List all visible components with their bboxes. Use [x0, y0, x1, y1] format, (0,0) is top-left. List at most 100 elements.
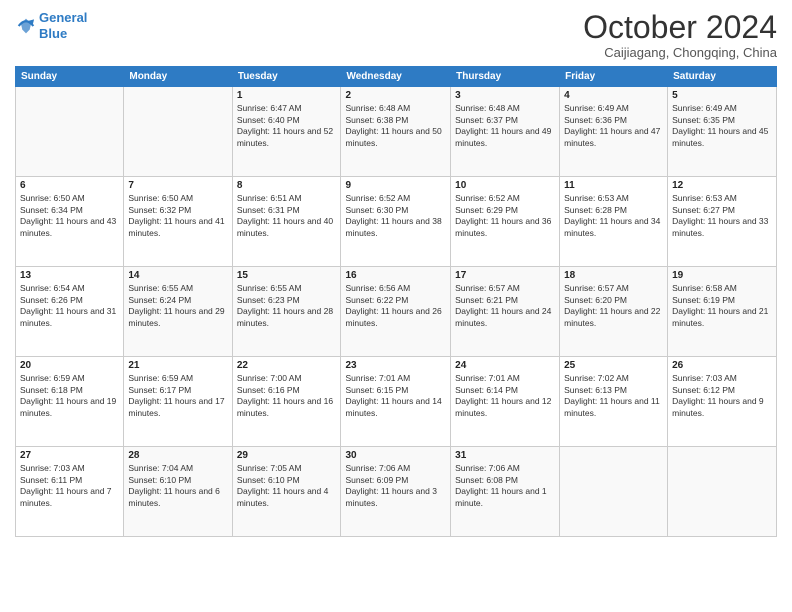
day-number: 20	[20, 360, 119, 371]
header: General Blue October 2024 Caijiagang, Ch…	[15, 10, 777, 60]
logo-blue: Blue	[39, 26, 67, 41]
calendar-header-row: SundayMondayTuesdayWednesdayThursdayFrid…	[16, 67, 777, 87]
calendar-cell: 8 Sunrise: 6:51 AMSunset: 6:31 PMDaylight…	[232, 177, 341, 267]
day-info: Sunrise: 6:59 AMSunset: 6:18 PMDaylight:…	[20, 373, 119, 419]
page: General Blue October 2024 Caijiagang, Ch…	[0, 0, 792, 612]
calendar-cell: 29Sunrise: 7:05 AMSunset: 6:10 PMDayligh…	[232, 447, 341, 537]
logo: General Blue	[15, 10, 87, 41]
day-number: 23	[345, 360, 446, 371]
calendar-cell: 30 Sunrise: 7:06 AMSunset: 6:09 PMDayligh…	[341, 447, 451, 537]
day-info: Sunrise: 7:02 AMSunset: 6:13 PMDaylight:…	[564, 373, 663, 419]
day-info: Sunrise: 6:55 AMSunset: 6:23 PMDaylight:…	[237, 283, 337, 329]
day-info: Sunrise: 6:48 AMSunset: 6:37 PMDaylight:…	[455, 103, 555, 149]
calendar-cell: 1 Sunrise: 6:47 AMSunset: 6:40 PMDaylight…	[232, 87, 341, 177]
day-number: 16	[345, 270, 446, 281]
calendar: SundayMondayTuesdayWednesdayThursdayFrid…	[15, 66, 777, 537]
logo-text: General Blue	[39, 10, 87, 41]
day-info: Sunrise: 6:47 AMSunset: 6:40 PMDaylight:…	[237, 103, 337, 149]
calendar-cell	[560, 447, 668, 537]
day-number: 17	[455, 270, 555, 281]
day-info: Sunrise: 7:06 AMSunset: 6:08 PMDaylight:…	[455, 463, 555, 509]
calendar-cell: 10 Sunrise: 6:52 AMSunset: 6:29 PMDayligh…	[451, 177, 560, 267]
day-number: 19	[672, 270, 772, 281]
calendar-cell: 14Sunrise: 6:55 AMSunset: 6:24 PMDayligh…	[124, 267, 232, 357]
calendar-cell: 13Sunrise: 6:54 AMSunset: 6:26 PMDayligh…	[16, 267, 124, 357]
day-info: Sunrise: 6:58 AMSunset: 6:19 PMDaylight:…	[672, 283, 772, 329]
day-header-friday: Friday	[560, 67, 668, 87]
day-info: Sunrise: 6:53 AMSunset: 6:28 PMDaylight:…	[564, 193, 663, 239]
day-info: Sunrise: 7:01 AMSunset: 6:14 PMDaylight:…	[455, 373, 555, 419]
day-number: 10	[455, 180, 555, 191]
week-row-2: 6 Sunrise: 6:50 AMSunset: 6:34 PMDaylight…	[16, 177, 777, 267]
day-header-thursday: Thursday	[451, 67, 560, 87]
day-info: Sunrise: 7:03 AMSunset: 6:11 PMDaylight:…	[20, 463, 119, 509]
calendar-cell: 2 Sunrise: 6:48 AMSunset: 6:38 PMDaylight…	[341, 87, 451, 177]
day-number: 24	[455, 360, 555, 371]
calendar-cell: 9Sunrise: 6:52 AMSunset: 6:30 PMDaylight…	[341, 177, 451, 267]
day-info: Sunrise: 6:51 AMSunset: 6:31 PMDaylight:…	[237, 193, 337, 239]
day-info: Sunrise: 7:03 AMSunset: 6:12 PMDaylight:…	[672, 373, 772, 419]
calendar-cell: 15 Sunrise: 6:55 AMSunset: 6:23 PMDayligh…	[232, 267, 341, 357]
day-number: 29	[237, 450, 337, 461]
calendar-cell: 19 Sunrise: 6:58 AMSunset: 6:19 PMDayligh…	[668, 267, 777, 357]
calendar-cell: 24 Sunrise: 7:01 AMSunset: 6:14 PMDayligh…	[451, 357, 560, 447]
day-number: 4	[564, 90, 663, 101]
calendar-cell: 7 Sunrise: 6:50 AMSunset: 6:32 PMDaylight…	[124, 177, 232, 267]
calendar-cell: 27 Sunrise: 7:03 AMSunset: 6:11 PMDayligh…	[16, 447, 124, 537]
day-info: Sunrise: 6:55 AMSunset: 6:24 PMDaylight:…	[128, 283, 227, 329]
day-info: Sunrise: 7:01 AMSunset: 6:15 PMDaylight:…	[345, 373, 446, 419]
day-info: Sunrise: 6:52 AMSunset: 6:29 PMDaylight:…	[455, 193, 555, 239]
day-info: Sunrise: 6:49 AMSunset: 6:35 PMDaylight:…	[672, 103, 772, 149]
day-number: 30	[345, 450, 446, 461]
calendar-cell: 25Sunrise: 7:02 AMSunset: 6:13 PMDayligh…	[560, 357, 668, 447]
day-info: Sunrise: 6:59 AMSunset: 6:17 PMDaylight:…	[128, 373, 227, 419]
day-number: 27	[20, 450, 119, 461]
day-info: Sunrise: 7:04 AMSunset: 6:10 PMDaylight:…	[128, 463, 227, 509]
week-row-1: 1 Sunrise: 6:47 AMSunset: 6:40 PMDaylight…	[16, 87, 777, 177]
day-info: Sunrise: 6:57 AMSunset: 6:21 PMDaylight:…	[455, 283, 555, 329]
day-header-wednesday: Wednesday	[341, 67, 451, 87]
day-number: 6	[20, 180, 119, 191]
calendar-cell: 16 Sunrise: 6:56 AMSunset: 6:22 PMDayligh…	[341, 267, 451, 357]
week-row-5: 27 Sunrise: 7:03 AMSunset: 6:11 PMDayligh…	[16, 447, 777, 537]
day-number: 31	[455, 450, 555, 461]
month-title: October 2024	[583, 10, 777, 45]
day-info: Sunrise: 6:56 AMSunset: 6:22 PMDaylight:…	[345, 283, 446, 329]
calendar-cell: 5 Sunrise: 6:49 AMSunset: 6:35 PMDaylight…	[668, 87, 777, 177]
day-header-saturday: Saturday	[668, 67, 777, 87]
calendar-cell	[124, 87, 232, 177]
day-number: 28	[128, 450, 227, 461]
day-info: Sunrise: 6:50 AMSunset: 6:32 PMDaylight:…	[128, 193, 227, 239]
calendar-cell	[668, 447, 777, 537]
calendar-cell: 23 Sunrise: 7:01 AMSunset: 6:15 PMDayligh…	[341, 357, 451, 447]
day-header-sunday: Sunday	[16, 67, 124, 87]
calendar-cell: 3Sunrise: 6:48 AMSunset: 6:37 PMDaylight…	[451, 87, 560, 177]
day-info: Sunrise: 7:06 AMSunset: 6:09 PMDaylight:…	[345, 463, 446, 509]
calendar-cell: 18Sunrise: 6:57 AMSunset: 6:20 PMDayligh…	[560, 267, 668, 357]
day-number: 22	[237, 360, 337, 371]
calendar-cell: 26Sunrise: 7:03 AMSunset: 6:12 PMDayligh…	[668, 357, 777, 447]
day-number: 21	[128, 360, 227, 371]
calendar-cell: 11 Sunrise: 6:53 AMSunset: 6:28 PMDayligh…	[560, 177, 668, 267]
day-info: Sunrise: 6:48 AMSunset: 6:38 PMDaylight:…	[345, 103, 446, 149]
day-number: 15	[237, 270, 337, 281]
day-info: Sunrise: 6:53 AMSunset: 6:27 PMDaylight:…	[672, 193, 772, 239]
calendar-cell: 12Sunrise: 6:53 AMSunset: 6:27 PMDayligh…	[668, 177, 777, 267]
day-number: 5	[672, 90, 772, 101]
location: Caijiagang, Chongqing, China	[583, 45, 777, 60]
day-number: 7	[128, 180, 227, 191]
day-info: Sunrise: 6:57 AMSunset: 6:20 PMDaylight:…	[564, 283, 663, 329]
day-number: 2	[345, 90, 446, 101]
calendar-cell: 21 Sunrise: 6:59 AMSunset: 6:17 PMDayligh…	[124, 357, 232, 447]
week-row-3: 13Sunrise: 6:54 AMSunset: 6:26 PMDayligh…	[16, 267, 777, 357]
calendar-cell: 4Sunrise: 6:49 AMSunset: 6:36 PMDaylight…	[560, 87, 668, 177]
day-number: 8	[237, 180, 337, 191]
day-number: 1	[237, 90, 337, 101]
calendar-cell: 31 Sunrise: 7:06 AMSunset: 6:08 PMDayligh…	[451, 447, 560, 537]
day-header-monday: Monday	[124, 67, 232, 87]
calendar-cell: 28 Sunrise: 7:04 AMSunset: 6:10 PMDayligh…	[124, 447, 232, 537]
day-info: Sunrise: 6:50 AMSunset: 6:34 PMDaylight:…	[20, 193, 119, 239]
day-header-tuesday: Tuesday	[232, 67, 341, 87]
day-info: Sunrise: 6:52 AMSunset: 6:30 PMDaylight:…	[345, 193, 446, 239]
day-number: 11	[564, 180, 663, 191]
